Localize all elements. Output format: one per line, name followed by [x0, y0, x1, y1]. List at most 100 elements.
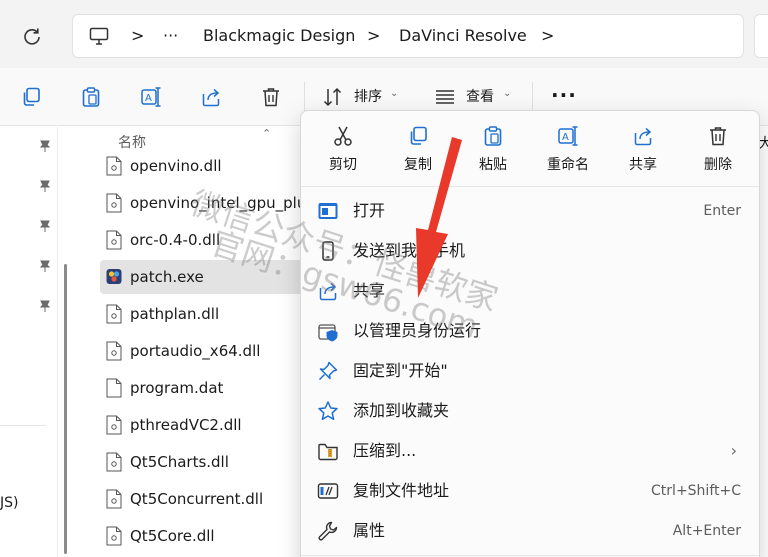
computer-icon: [89, 27, 109, 45]
context-menu: 剪切 复制 粘贴 A 重命名 共享 删除 打开 Enter 发送到我的手机 共享…: [300, 110, 760, 557]
exe-app-icon: [106, 269, 122, 284]
paste-label: 粘贴: [479, 157, 507, 173]
view-button-label[interactable]: 查看: [466, 87, 494, 107]
dll-file-icon: [106, 341, 122, 361]
view-icon[interactable]: [434, 86, 456, 108]
menu-item-label: 打开: [353, 201, 386, 220]
share-button[interactable]: 共享: [613, 123, 673, 181]
file-row[interactable]: orc-0.4-0.dll: [100, 223, 310, 257]
file-row[interactable]: program.dat: [100, 371, 310, 405]
menu-item-label: 发送到我的手机: [353, 241, 466, 260]
share-icon[interactable]: [200, 86, 222, 108]
paste-button[interactable]: 粘贴: [463, 123, 523, 181]
menu-item-shortcut: Enter: [703, 203, 741, 219]
file-row[interactable]: Qt5Concurrent.dll: [100, 482, 310, 516]
menu-item-run-as-admin[interactable]: 以管理员身份运行: [307, 311, 753, 351]
file-row[interactable]: portaudio_x64.dll: [100, 334, 310, 368]
paste-icon: [484, 126, 502, 146]
pin-icon[interactable]: [38, 179, 52, 193]
command-bar-divider: [304, 82, 305, 112]
nav-divider: [0, 425, 46, 426]
paste-icon[interactable]: [80, 86, 102, 108]
address-bar-row: > ··· Blackmagic Design > DaVinci Resolv…: [0, 0, 768, 68]
svg-text:A: A: [145, 93, 152, 104]
dll-file-icon: [106, 193, 122, 213]
menu-item-shortcut: Ctrl+Shift+C: [651, 483, 741, 499]
rename-icon: A: [558, 126, 578, 146]
cut-label: 剪切: [329, 157, 357, 173]
delete-icon[interactable]: [260, 86, 282, 108]
menu-item-shortcut: Alt+Enter: [672, 523, 741, 539]
copy-button[interactable]: 复制: [388, 123, 448, 181]
pin-icon[interactable]: [38, 299, 52, 313]
copy-icon[interactable]: [20, 86, 42, 108]
context-menu-quick-actions: 剪切 复制 粘贴 A 重命名 共享 删除: [301, 111, 759, 187]
file-row[interactable]: pthreadVC2.dll: [100, 408, 310, 442]
menu-item-send-to-phone[interactable]: 发送到我的手机: [307, 231, 753, 271]
breadcrumb-separator[interactable]: >: [131, 25, 144, 47]
menu-item-pin-to-start[interactable]: 固定到"开始": [307, 351, 753, 391]
breadcrumb[interactable]: > ··· Blackmagic Design > DaVinci Resolv…: [72, 14, 744, 58]
menu-item-share[interactable]: 共享: [307, 271, 753, 311]
breadcrumb-separator[interactable]: >: [541, 25, 554, 47]
rename-label: 重命名: [547, 157, 589, 173]
chevron-up-icon[interactable]: ⌃: [262, 127, 271, 140]
search-box-edge[interactable]: [754, 14, 768, 58]
file-name: pathplan.dll: [130, 305, 220, 323]
pin-icon[interactable]: [38, 139, 52, 153]
file-name: program.dat: [130, 379, 224, 397]
sort-icon[interactable]: [322, 86, 344, 108]
menu-item-properties[interactable]: 属性 Alt+Enter: [307, 511, 753, 551]
dll-file-icon: [106, 304, 122, 324]
file-list: 名称 ⌃ openvino.dll openvino_intel_gpu_plu…: [78, 127, 310, 557]
delete-button[interactable]: 删除: [688, 123, 748, 181]
breadcrumb-item-davinci[interactable]: DaVinci Resolve: [399, 25, 527, 47]
breadcrumb-overflow[interactable]: ···: [163, 25, 178, 47]
cut-button[interactable]: 剪切: [313, 123, 373, 181]
chevron-down-icon[interactable]: ⌄: [390, 88, 398, 99]
chevron-right-icon: ›: [730, 441, 737, 460]
file-row[interactable]: openvino.dll: [100, 149, 310, 183]
file-row[interactable]: pathplan.dll: [100, 297, 310, 331]
menu-item-copy-path[interactable]: 复制文件地址 Ctrl+Shift+C: [307, 471, 753, 511]
svg-text:A: A: [562, 132, 569, 143]
dll-file-icon: [106, 415, 122, 435]
scrollbar[interactable]: [64, 264, 67, 554]
breadcrumb-item-blackmagic[interactable]: Blackmagic Design: [203, 25, 355, 47]
dll-file-icon: [106, 489, 122, 509]
menu-item-compress-to[interactable]: 压缩到... ›: [307, 431, 753, 471]
menu-item-label: 压缩到...: [353, 441, 417, 460]
more-options-button[interactable]: ...: [551, 80, 577, 100]
menu-item-label: 以管理员身份运行: [353, 321, 482, 340]
pin-icon[interactable]: [38, 219, 52, 233]
rename-button[interactable]: A 重命名: [538, 123, 598, 181]
menu-item-label: 复制文件地址: [353, 481, 450, 500]
file-name: portaudio_x64.dll: [130, 342, 261, 360]
file-row[interactable]: Qt5Charts.dll: [100, 445, 310, 479]
share-icon: [319, 282, 337, 301]
sort-button-label[interactable]: 排序: [354, 87, 382, 107]
zip-folder-icon: [318, 443, 338, 461]
rename-icon[interactable]: A: [140, 86, 162, 108]
pin-icon[interactable]: [38, 259, 52, 273]
file-name: patch.exe: [130, 268, 204, 286]
menu-item-label: 属性: [353, 521, 386, 540]
file-name: orc-0.4-0.dll: [130, 231, 221, 249]
share-label: 共享: [629, 157, 657, 173]
copy-label: 复制: [404, 157, 432, 173]
breadcrumb-separator[interactable]: >: [367, 25, 380, 47]
dll-file-icon: [106, 230, 122, 250]
refresh-icon[interactable]: [22, 26, 42, 46]
file-row[interactable]: openvino_intel_gpu_plu: [100, 186, 310, 220]
menu-item-add-to-favorites[interactable]: 添加到收藏夹: [307, 391, 753, 431]
file-row-selected[interactable]: patch.exe: [100, 260, 310, 294]
phone-icon: [322, 241, 334, 261]
file-row[interactable]: Qt5Core.dll: [100, 519, 310, 553]
chevron-down-icon[interactable]: ⌄: [503, 88, 511, 99]
navigation-pane: JS): [0, 127, 58, 557]
nav-item-drive-label[interactable]: JS): [0, 495, 18, 511]
file-name: openvino.dll: [130, 157, 222, 175]
menu-item-open[interactable]: 打开 Enter: [307, 191, 753, 231]
wrench-icon: [318, 521, 338, 541]
cut-icon: [334, 126, 352, 146]
